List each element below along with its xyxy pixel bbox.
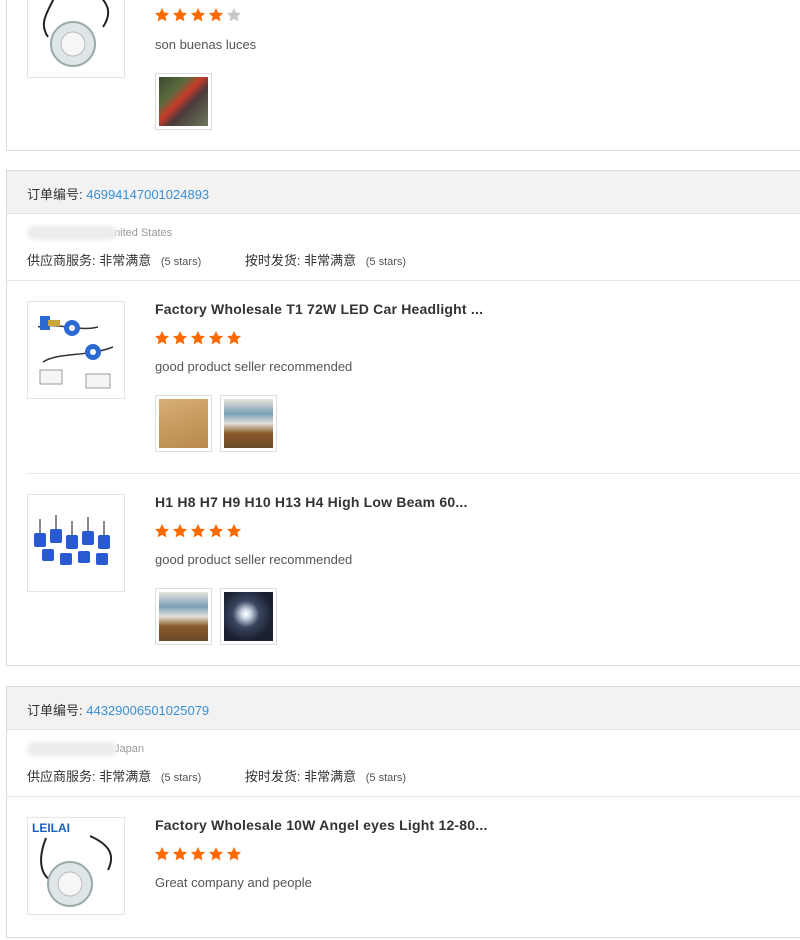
review-comment: good product seller recommended	[155, 359, 353, 374]
star-icon	[173, 847, 187, 861]
star-icon	[191, 8, 205, 22]
review-photo[interactable]	[155, 588, 212, 645]
star-rating	[154, 523, 242, 539]
buyer-country: Japan	[114, 742, 145, 755]
star-icon	[173, 331, 187, 345]
on-time-label: 按时发货:	[244, 253, 301, 268]
star-rating	[154, 846, 242, 862]
order-meta: Japan 供应商服务: 非常满意 (5 stars) 按时发货: 非常满意 (…	[7, 730, 800, 797]
on-time-stars: (5 stars)	[365, 772, 407, 784]
supplier-service-value: 非常满意	[99, 253, 152, 268]
redacted-name	[27, 742, 117, 756]
order-header: 订单编号: 46994147001024893	[7, 171, 800, 214]
review-item: H1 H8 H7 H9 H10 H13 H4 High Low Beam 60.…	[7, 474, 800, 667]
review-photo[interactable]	[155, 395, 212, 452]
star-icon	[173, 8, 187, 22]
order-meta: nited States 供应商服务: 非常满意 (5 stars) 按时发货:…	[7, 214, 800, 281]
star-icon	[209, 524, 223, 538]
star-rating	[154, 7, 242, 23]
order-block: 订单编号: 46994147001024893 nited States 供应商…	[6, 170, 800, 666]
review-item: son buenas luces	[7, 0, 800, 152]
star-icon	[227, 847, 241, 861]
star-icon	[191, 847, 205, 861]
on-time-value: 非常满意	[304, 253, 357, 268]
review-photos	[155, 73, 212, 130]
product-title-link[interactable]: H1 H8 H7 H9 H10 H13 H4 High Low Beam 60.…	[155, 494, 468, 510]
order-number-label: 订单编号:	[27, 703, 83, 718]
review-item: Factory Wholesale T1 72W LED Car Headlig…	[7, 281, 800, 474]
order-block: 订单编号: 44329006501025079 Japan 供应商服务: 非常满…	[6, 686, 800, 938]
product-thumbnail[interactable]	[27, 301, 125, 399]
supplier-service-label: 供应商服务:	[27, 769, 96, 784]
review-block-top: son buenas luces	[6, 0, 800, 151]
product-thumbnail[interactable]	[27, 494, 125, 592]
star-icon	[155, 331, 169, 345]
order-header: 订单编号: 44329006501025079	[7, 687, 800, 730]
on-time-value: 非常满意	[304, 769, 357, 784]
review-photos	[155, 588, 277, 645]
redacted-name	[27, 226, 117, 240]
on-time-stars: (5 stars)	[365, 256, 407, 268]
on-time-label: 按时发货:	[244, 769, 301, 784]
supplier-service-value: 非常满意	[99, 769, 152, 784]
supplier-service-stars: (5 stars)	[160, 256, 202, 268]
review-photo[interactable]	[220, 588, 277, 645]
star-icon	[209, 8, 223, 22]
star-rating	[154, 330, 242, 346]
review-photo[interactable]	[220, 395, 277, 452]
supplier-service-label: 供应商服务:	[27, 253, 96, 268]
star-icon	[191, 331, 205, 345]
review-comment: son buenas luces	[155, 37, 257, 52]
supplier-service-stars: (5 stars)	[160, 772, 202, 784]
seller-ratings: 供应商服务: 非常满意 (5 stars) 按时发货: 非常满意 (5 star…	[27, 250, 406, 269]
review-comment: Great company and people	[155, 875, 312, 890]
product-title-link[interactable]: Factory Wholesale T1 72W LED Car Headlig…	[155, 301, 483, 317]
product-thumbnail[interactable]: LEILAI	[27, 817, 125, 915]
star-icon	[227, 331, 241, 345]
star-icon	[155, 847, 169, 861]
star-icon	[227, 524, 241, 538]
star-icon	[155, 524, 169, 538]
review-comment: good product seller recommended	[155, 552, 353, 567]
review-photo[interactable]	[155, 73, 212, 130]
buyer-country: nited States	[114, 226, 173, 239]
product-thumbnail[interactable]	[27, 0, 125, 78]
order-number-link[interactable]: 46994147001024893	[86, 187, 209, 202]
order-number-link[interactable]: 44329006501025079	[86, 703, 209, 718]
review-item: LEILAI Factory Wholesale 10W Angel eyes …	[7, 797, 800, 937]
seller-ratings: 供应商服务: 非常满意 (5 stars) 按时发货: 非常满意 (5 star…	[27, 766, 406, 785]
star-icon	[155, 8, 169, 22]
order-number-label: 订单编号:	[27, 187, 83, 202]
brand-logo-text: LEILAI	[32, 821, 70, 835]
star-icon	[173, 524, 187, 538]
star-icon	[227, 8, 241, 22]
review-photos	[155, 395, 277, 452]
product-title-link[interactable]: Factory Wholesale 10W Angel eyes Light 1…	[155, 817, 488, 833]
star-icon	[209, 847, 223, 861]
star-icon	[209, 331, 223, 345]
star-icon	[191, 524, 205, 538]
